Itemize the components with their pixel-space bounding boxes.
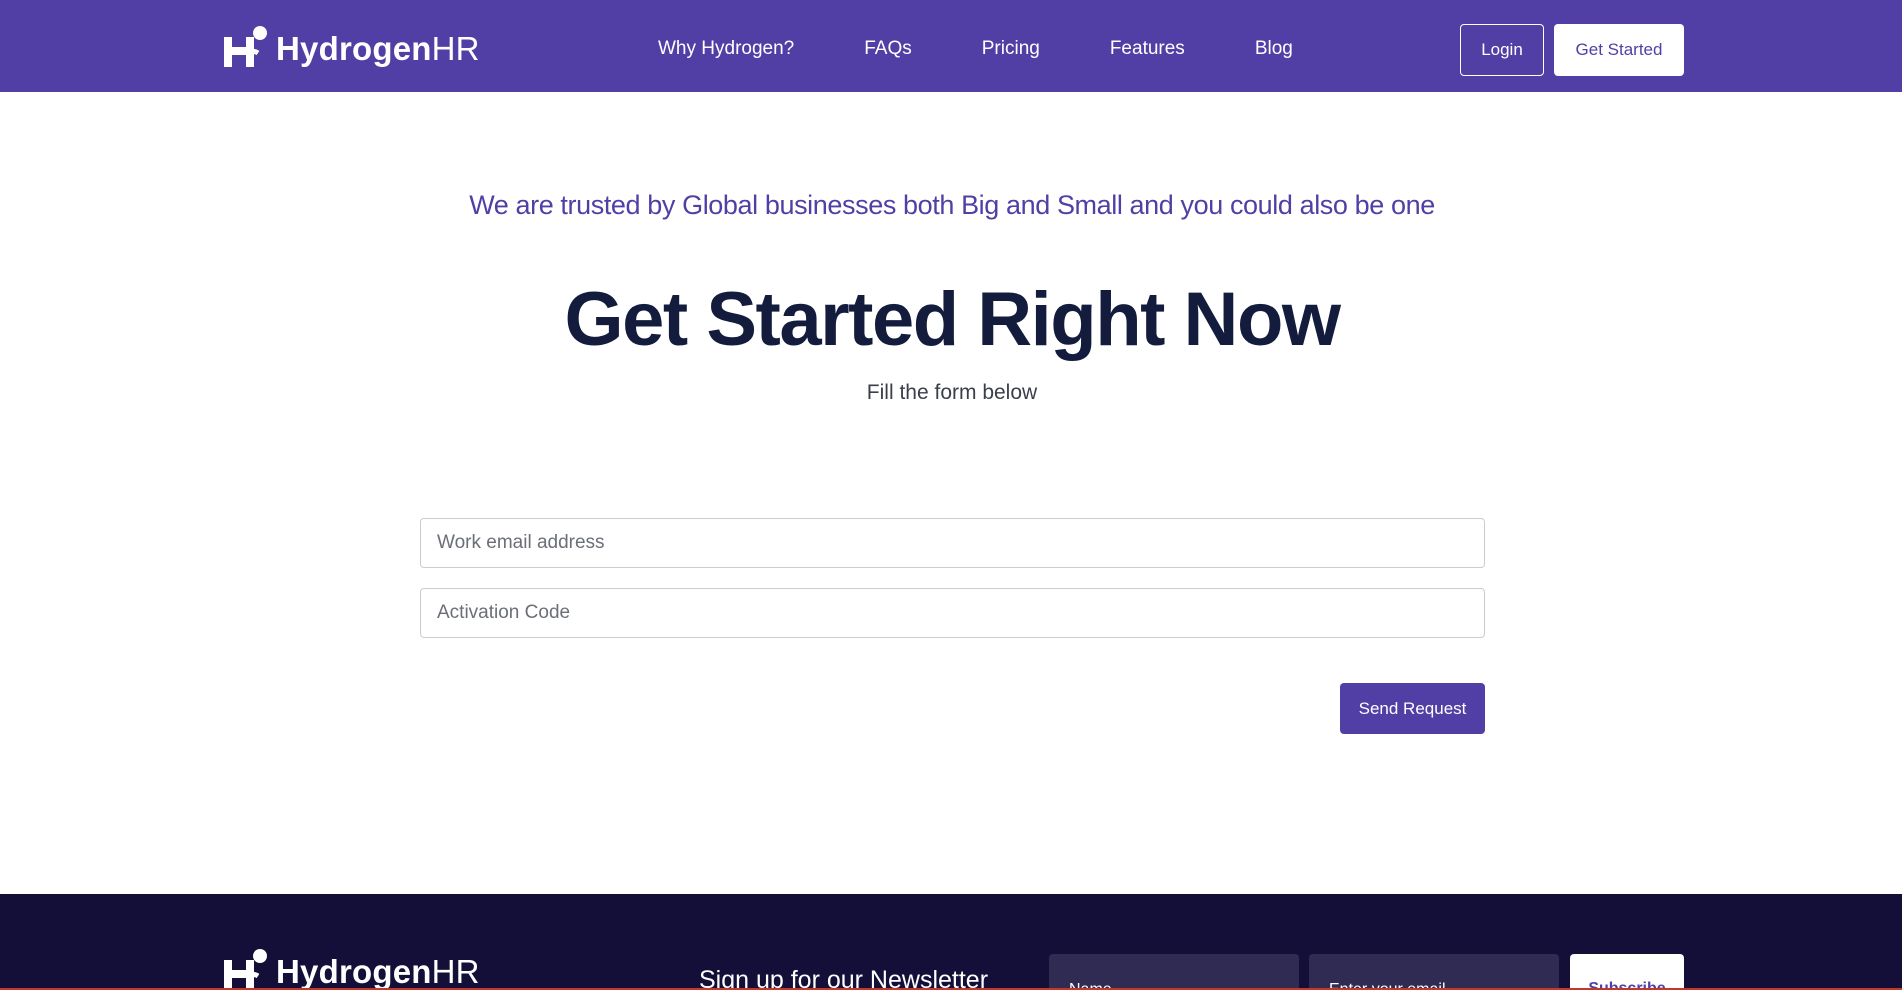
- logo-text: HydrogenHR: [276, 30, 480, 68]
- newsletter-email-input[interactable]: [1309, 954, 1559, 990]
- footer-logo-text: HydrogenHR: [276, 953, 480, 990]
- top-navbar: HydrogenHR Why Hydrogen? FAQs Pricing Fe…: [0, 0, 1902, 92]
- login-button[interactable]: Login: [1460, 24, 1544, 76]
- footer-logo[interactable]: HydrogenHR: [220, 949, 480, 990]
- logo-text-light: HR: [431, 30, 480, 67]
- footer: HydrogenHR Sign up for our Newsletter Su…: [0, 894, 1902, 990]
- send-request-button[interactable]: Send Request: [1340, 683, 1485, 734]
- nav-link-features[interactable]: Features: [1110, 38, 1185, 60]
- footer-logo-text-light: HR: [431, 953, 480, 990]
- footer-logo-text-bold: Hydrogen: [276, 953, 432, 990]
- hydrogen-logo-icon: [224, 26, 267, 67]
- subscribe-button[interactable]: Subscribe: [1570, 954, 1684, 990]
- hydrogen-logo-icon: [224, 949, 267, 990]
- activation-code-input[interactable]: [420, 588, 1485, 638]
- get-started-button[interactable]: Get Started: [1554, 24, 1684, 76]
- main-nav: Why Hydrogen? FAQs Pricing Features Blog: [658, 38, 1363, 60]
- newsletter-name-input[interactable]: [1049, 954, 1299, 990]
- nav-link-faqs[interactable]: FAQs: [864, 38, 912, 60]
- page-title: Get Started Right Now: [564, 277, 1341, 362]
- nav-link-why-hydrogen[interactable]: Why Hydrogen?: [658, 38, 794, 60]
- logo-text-bold: Hydrogen: [276, 30, 432, 67]
- newsletter-title: Sign up for our Newsletter: [699, 966, 989, 990]
- hydrogenhr-logo[interactable]: HydrogenHR: [220, 24, 480, 74]
- page-subtitle: Fill the form below: [866, 381, 1038, 404]
- work-email-input[interactable]: [420, 518, 1485, 568]
- nav-link-pricing[interactable]: Pricing: [982, 38, 1040, 60]
- nav-link-blog[interactable]: Blog: [1255, 38, 1293, 60]
- trusted-tagline: We are trusted by Global businesses both…: [469, 190, 1435, 220]
